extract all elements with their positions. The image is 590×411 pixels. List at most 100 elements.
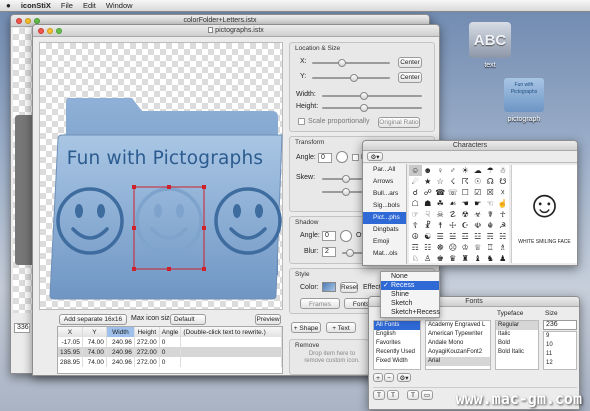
glyph-cell[interactable]: ☏ xyxy=(447,187,460,198)
category-item[interactable]: Pict...phs xyxy=(363,212,406,224)
glyph-cell[interactable]: ☱ xyxy=(447,231,460,242)
table-row[interactable]: 135.95 74.00 240.96 272.00 0 xyxy=(58,347,282,357)
add-separate-button[interactable]: Add separate 16x16 xyxy=(59,314,127,325)
family-item[interactable]: Arial xyxy=(426,357,490,366)
family-item[interactable]: Academy Engraved L xyxy=(426,321,490,330)
menu-window[interactable]: Window xyxy=(106,1,133,10)
glyph-cell[interactable]: ☚ xyxy=(459,198,472,209)
rotate-dial[interactable] xyxy=(336,151,348,163)
category-item[interactable]: Par...All xyxy=(363,164,406,176)
glyph-cell[interactable]: ☀ xyxy=(459,165,472,176)
folder-title-text[interactable]: Fun with Pictographs xyxy=(54,148,276,169)
glyph-cell[interactable]: ☦ xyxy=(409,220,422,231)
width-slider-knob[interactable] xyxy=(360,92,368,100)
menu-file[interactable]: File xyxy=(61,1,73,10)
apple-icon[interactable]: ● xyxy=(6,1,11,10)
desktop-icon-text[interactable]: ABC text xyxy=(466,22,514,69)
size-item[interactable]: 12 xyxy=(544,359,576,368)
glyph-cell[interactable]: ♔ xyxy=(459,242,472,253)
glyph-cell[interactable]: ☵ xyxy=(497,231,510,242)
effect-recess[interactable]: ✓ Recess xyxy=(381,281,439,290)
glyph-cell[interactable]: ♞ xyxy=(484,253,497,263)
collection-item[interactable]: English xyxy=(374,330,420,339)
family-item[interactable]: American Typewriter xyxy=(426,330,490,339)
glyph-cell[interactable]: ☬ xyxy=(484,220,497,231)
glyph-cell[interactable]: ☁ xyxy=(472,165,485,176)
glyph-cell[interactable]: ☮ xyxy=(409,231,422,242)
glyph-cell[interactable]: ☎ xyxy=(434,187,447,198)
gear-menu-icon[interactable]: ⚙▾ xyxy=(367,152,383,161)
glyph-cell[interactable]: ☧ xyxy=(422,220,435,231)
col-width[interactable]: Width xyxy=(106,327,135,337)
family-item[interactable]: AoyagiKouzanFont2 xyxy=(426,348,490,357)
close-button[interactable] xyxy=(16,18,22,24)
glyph-cell[interactable]: ☐ xyxy=(459,187,472,198)
glyph-cell[interactable]: ☢ xyxy=(459,209,472,220)
angle-field[interactable]: 0 xyxy=(318,153,332,163)
glyph-cell[interactable]: ♖ xyxy=(484,242,497,253)
glyph-cell[interactable]: ☻ xyxy=(422,165,435,176)
glyph-cell[interactable]: ☶ xyxy=(409,242,422,253)
app-menu[interactable]: iconStiX xyxy=(21,1,51,10)
category-item[interactable]: Emoji xyxy=(363,236,406,248)
glyph-cell[interactable]: ☷ xyxy=(422,242,435,253)
shadow-blur-knob[interactable] xyxy=(346,249,354,257)
document-color-icon[interactable]: ▭ xyxy=(421,390,433,400)
size-item[interactable]: 9 xyxy=(544,332,576,341)
glyph-cell[interactable]: ♝ xyxy=(472,253,485,263)
typeface-item[interactable]: Bold xyxy=(496,339,538,348)
center-y-button[interactable]: Center xyxy=(398,72,422,83)
width-slider[interactable] xyxy=(322,92,422,100)
skew-y-knob[interactable] xyxy=(342,188,350,196)
glyph-cell[interactable]: ☹ xyxy=(447,242,460,253)
icon-canvas[interactable]: Fun with Pictographs xyxy=(39,42,283,310)
glyph-cell[interactable]: ☇ xyxy=(447,176,460,187)
glyph-cell[interactable]: ☭ xyxy=(497,220,510,231)
x-slider-knob[interactable] xyxy=(338,59,346,67)
glyph-cell[interactable]: ☍ xyxy=(422,187,435,198)
typeface-item[interactable]: Regular xyxy=(496,321,538,330)
effect-shine[interactable]: Shine xyxy=(381,290,439,299)
frames-button[interactable]: Frames xyxy=(300,298,340,309)
size-item[interactable]: 11 xyxy=(544,350,576,359)
glyph-cell[interactable]: ♂ xyxy=(447,165,460,176)
glyph-cell[interactable]: ☠ xyxy=(434,209,447,220)
y-slider-knob[interactable] xyxy=(350,74,358,82)
glyph-cell[interactable]: ☺ xyxy=(409,165,422,176)
glyph-cell[interactable]: ♚ xyxy=(434,253,447,263)
glyph-cell[interactable]: ♟ xyxy=(497,253,510,263)
glyph-cell[interactable]: ☑ xyxy=(472,187,485,198)
col-text[interactable]: (Double-click text to rewrite.) xyxy=(180,327,282,337)
glyph-cell[interactable]: ☤ xyxy=(484,209,497,220)
glyph-cell[interactable]: ☩ xyxy=(447,220,460,231)
glyph-cell[interactable]: ☒ xyxy=(484,187,497,198)
collections-list[interactable]: All Fonts English Favorites Recently Use… xyxy=(373,320,421,370)
glyph-cell[interactable]: ☈ xyxy=(459,176,472,187)
col-angle[interactable]: Angle xyxy=(159,327,182,337)
typeface-item[interactable]: Bold Italic xyxy=(496,348,538,357)
collection-item[interactable]: Recently Used xyxy=(374,348,420,357)
category-item[interactable]: Bull...ars xyxy=(363,188,406,200)
glyph-cell[interactable]: ♀ xyxy=(434,165,447,176)
category-item[interactable]: Arrows xyxy=(363,176,406,188)
typeface-item[interactable]: Italic xyxy=(496,330,538,339)
minimize-button[interactable] xyxy=(25,18,31,24)
glyph-cell[interactable]: ☲ xyxy=(459,231,472,242)
glyph-cell[interactable]: ☨ xyxy=(434,220,447,231)
glyph-cell[interactable]: ☃ xyxy=(497,165,510,176)
glyph-cell[interactable]: ☯ xyxy=(422,231,435,242)
category-item[interactable]: Mat...ols xyxy=(363,248,406,260)
glyph-cell[interactable]: ♗ xyxy=(497,242,510,253)
left-size-field[interactable]: 336 xyxy=(14,323,30,333)
effect-menu[interactable]: None ✓ Recess Shine Sketch Sketch+Recess xyxy=(380,271,440,318)
typeface-list[interactable]: Regular Italic Bold Bold Italic xyxy=(495,320,539,370)
original-ratio-button[interactable]: Original Ratio xyxy=(378,117,420,128)
glyph-cell[interactable]: ☞ xyxy=(409,209,422,220)
shadow-dial[interactable] xyxy=(340,230,352,242)
text-color-icon[interactable]: T xyxy=(407,390,419,400)
glyph-cell[interactable]: ♛ xyxy=(447,253,460,263)
glyph-cell[interactable]: ♙ xyxy=(422,253,435,263)
main-window-titlebar[interactable]: pictographs.istx xyxy=(33,25,439,37)
category-item[interactable]: Sig...bols xyxy=(363,200,406,212)
col-y[interactable]: Y xyxy=(82,327,107,337)
